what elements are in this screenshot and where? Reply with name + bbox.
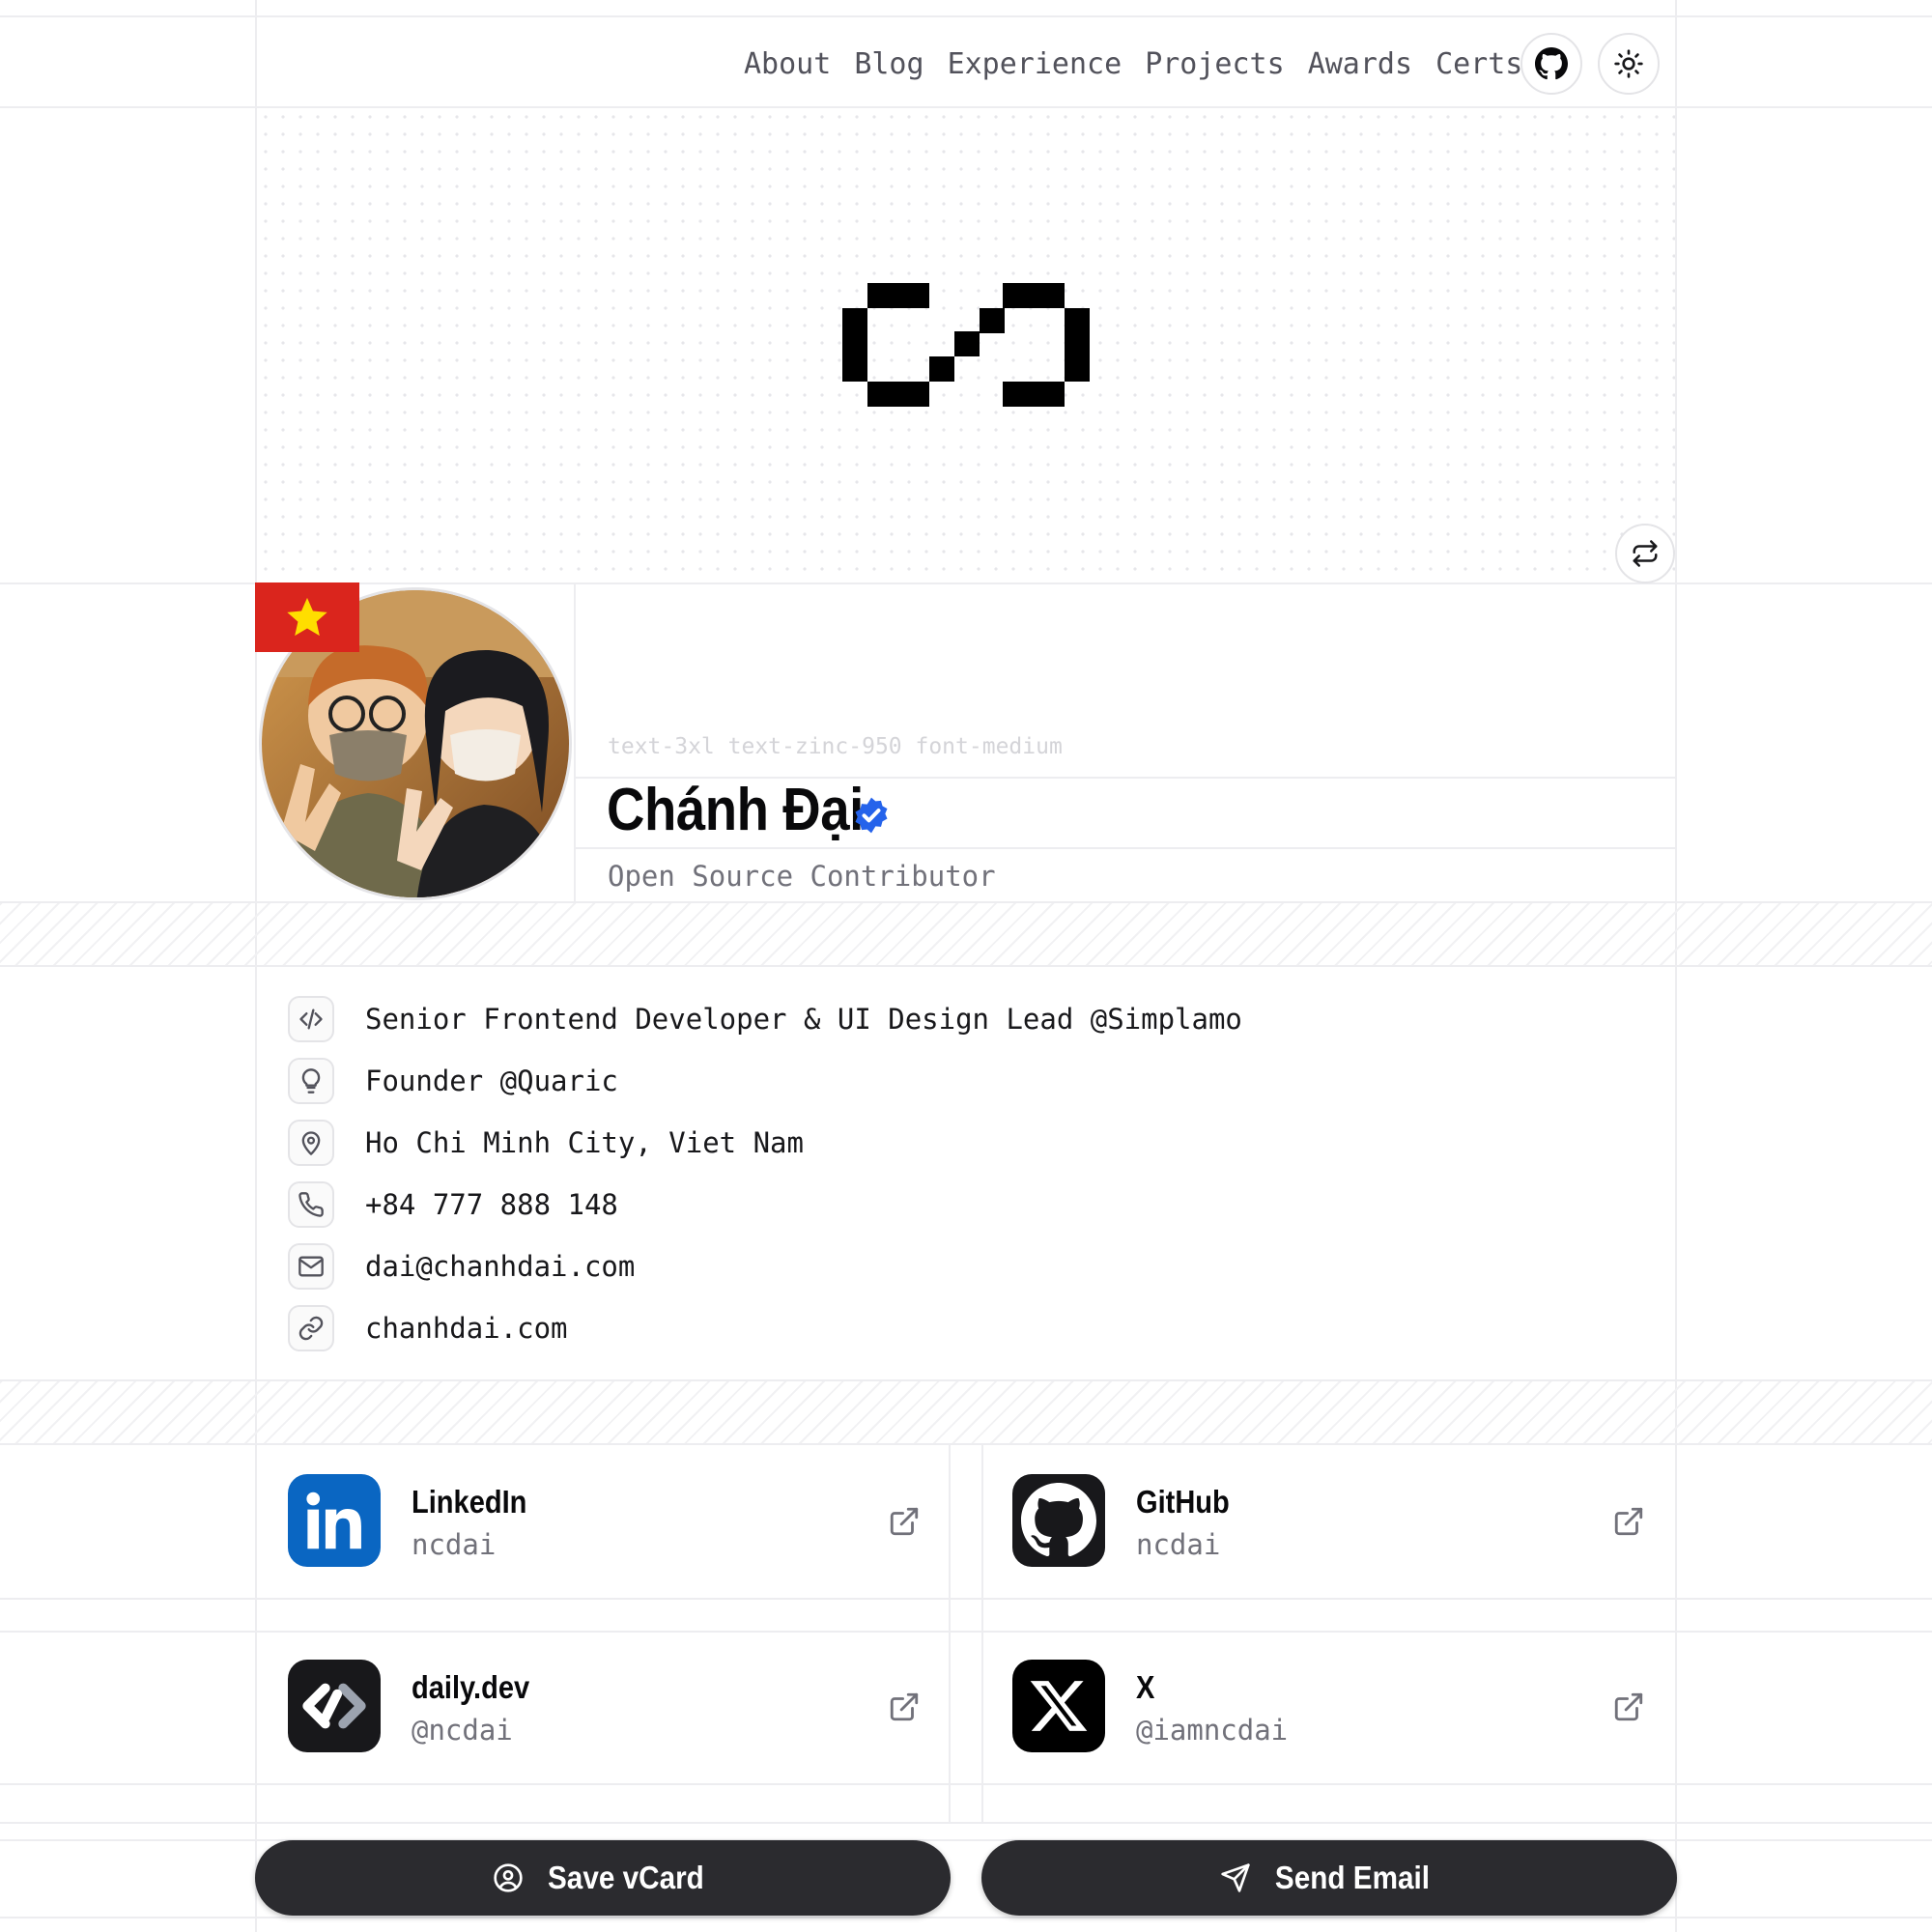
phone-icon bbox=[288, 1181, 334, 1228]
profile-name: Chánh Đại bbox=[607, 777, 864, 843]
pixel-code-logo bbox=[842, 283, 1090, 407]
vietnam-flag bbox=[255, 582, 359, 652]
send-icon bbox=[1221, 1863, 1250, 1892]
save-vcard-button[interactable]: Save vCard bbox=[255, 1840, 951, 1916]
save-vcard-label: Save vCard bbox=[548, 1860, 704, 1895]
code-icon bbox=[288, 996, 334, 1042]
nav-blog[interactable]: Blog bbox=[854, 47, 923, 81]
info-text: Senior Frontend Developer & UI Design Le… bbox=[365, 1003, 1242, 1036]
info-item-website[interactable]: chanhdai.com bbox=[288, 1305, 568, 1351]
github-icon bbox=[1535, 47, 1568, 80]
website-link[interactable]: chanhdai.com bbox=[365, 1312, 568, 1345]
sun-icon bbox=[1614, 49, 1643, 78]
swap-banner-button[interactable] bbox=[1615, 524, 1675, 583]
info-item-location: Ho Chi Minh City, Viet Nam bbox=[288, 1120, 804, 1166]
divider bbox=[0, 1598, 1932, 1600]
github-icon bbox=[1012, 1474, 1105, 1567]
hatch-separator bbox=[0, 903, 1932, 965]
info-item-job: Senior Frontend Developer & UI Design Le… bbox=[288, 996, 1242, 1042]
lightbulb-icon bbox=[288, 1058, 334, 1104]
social-handle: ncdai bbox=[412, 1528, 497, 1561]
user-circle-icon bbox=[494, 1863, 523, 1892]
info-text: Ho Chi Minh City, Viet Nam bbox=[365, 1126, 804, 1159]
send-email-label: Send Email bbox=[1274, 1860, 1431, 1895]
email-link[interactable]: dai@chanhdai.com bbox=[365, 1250, 635, 1283]
external-link-icon bbox=[890, 1692, 919, 1721]
divider bbox=[0, 1917, 1932, 1918]
social-handle: ncdai bbox=[1136, 1528, 1221, 1561]
profile-tagline: Open Source Contributor bbox=[608, 860, 996, 893]
social-handle: @ncdai bbox=[412, 1714, 513, 1747]
info-item-founder: Founder @Quaric bbox=[288, 1058, 618, 1104]
repeat-icon bbox=[1633, 540, 1658, 567]
github-button[interactable] bbox=[1520, 33, 1582, 95]
main-nav: About Blog Experience Projects Awards Ce… bbox=[744, 37, 1546, 91]
dailydev-icon bbox=[288, 1660, 381, 1752]
map-pin-icon bbox=[288, 1120, 334, 1166]
hatch-separator bbox=[0, 1381, 1932, 1443]
phone-link[interactable]: +84 777 888 148 bbox=[365, 1188, 618, 1221]
divider bbox=[0, 15, 1932, 17]
link-icon bbox=[288, 1305, 334, 1351]
nav-awards[interactable]: Awards bbox=[1308, 47, 1412, 81]
nav-certs[interactable]: Certs bbox=[1435, 47, 1522, 81]
mail-icon bbox=[288, 1243, 334, 1290]
divider bbox=[0, 1822, 1932, 1824]
nav-about[interactable]: About bbox=[744, 47, 831, 81]
style-hint: text-3xl text-zinc-950 font-medium bbox=[608, 734, 1063, 759]
social-name: daily.dev bbox=[412, 1669, 530, 1705]
send-email-button[interactable]: Send Email bbox=[981, 1840, 1677, 1916]
social-name: LinkedIn bbox=[412, 1484, 527, 1520]
divider bbox=[0, 1783, 1932, 1785]
social-handle: @iamncdai bbox=[1136, 1714, 1289, 1747]
info-item-phone[interactable]: +84 777 888 148 bbox=[288, 1181, 618, 1228]
verified-badge-icon bbox=[855, 797, 888, 834]
linkedin-icon bbox=[288, 1474, 381, 1567]
info-item-email[interactable]: dai@chanhdai.com bbox=[288, 1243, 635, 1290]
star-icon bbox=[287, 597, 327, 637]
social-name: X bbox=[1136, 1669, 1155, 1705]
social-name: GitHub bbox=[1136, 1484, 1230, 1520]
info-text: Founder @Quaric bbox=[365, 1065, 618, 1097]
theme-toggle-button[interactable] bbox=[1598, 33, 1660, 95]
nav-projects[interactable]: Projects bbox=[1145, 47, 1285, 81]
divider bbox=[0, 965, 1932, 967]
divider bbox=[575, 847, 1676, 849]
divider bbox=[574, 582, 576, 901]
x-icon bbox=[1012, 1660, 1105, 1752]
external-link-icon bbox=[890, 1507, 919, 1536]
nav-experience[interactable]: Experience bbox=[948, 47, 1122, 81]
external-link-icon bbox=[1614, 1692, 1643, 1721]
divider bbox=[1675, 0, 1677, 1932]
external-link-icon bbox=[1614, 1507, 1643, 1536]
